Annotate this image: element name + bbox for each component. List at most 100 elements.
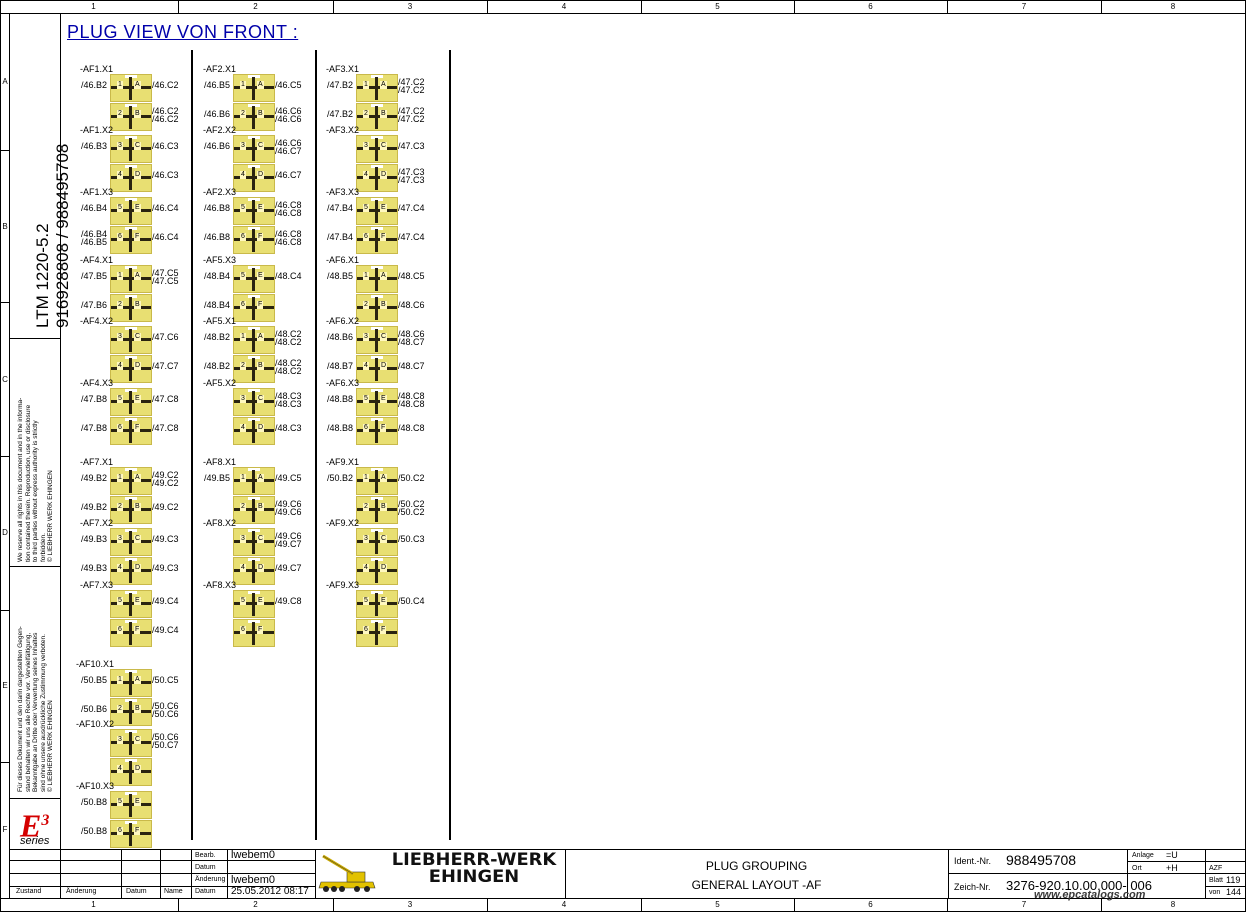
right-reference: /47.C8 <box>152 394 179 404</box>
right-reference: /48.C3 <box>275 423 302 433</box>
right-reference: /49.C4 <box>152 596 179 606</box>
pin-number: 1 <box>240 81 246 89</box>
right-reference: /50.C2 <box>398 473 425 483</box>
pin-bar-v <box>129 794 132 817</box>
right-reference: /47.C7 <box>152 361 179 371</box>
pin-cell: 5E <box>356 590 398 618</box>
watermark: www.epcatalogs.com <box>1034 889 1146 901</box>
tb-v-4 <box>191 849 192 898</box>
pin-number: 2 <box>363 110 369 118</box>
plug-name: -AF9.X1 <box>326 457 360 467</box>
tb-aenderung2-label: Änderung <box>195 876 226 883</box>
pin-cell: 4D <box>233 557 275 585</box>
right-reference: /49.C2 <box>152 502 179 512</box>
grid-col-number: 6 <box>868 2 873 11</box>
plug-connector: 1A2B <box>233 74 275 132</box>
pin-number: 4 <box>240 424 246 432</box>
pin-number: 3 <box>363 333 369 341</box>
tb-anlage-value: =U <box>1166 850 1178 860</box>
pin-letter: D <box>134 564 142 572</box>
pin-number: 6 <box>117 827 123 835</box>
plug-name: -AF3.X3 <box>326 187 360 197</box>
right-reference: /48.C8 <box>398 423 425 433</box>
pin-letter: D <box>380 171 388 179</box>
grid-col-divider <box>947 0 948 13</box>
pin-letter: B <box>134 301 141 309</box>
pin-cell: 4D <box>356 164 398 192</box>
left-reference: /48.B8 <box>327 394 354 404</box>
right-reference: /46.C5 <box>275 80 302 90</box>
tb-v-5 <box>227 849 228 898</box>
right-reference: /46.C3 <box>152 170 179 180</box>
pin-letter: C <box>134 736 142 744</box>
pin-letter: C <box>257 142 265 150</box>
grid-col-divider <box>178 898 179 911</box>
pin-number: 6 <box>240 301 246 309</box>
plug-name: -AF10.X3 <box>76 781 115 791</box>
tb-name: Name <box>164 888 183 895</box>
right-reference: /47.C5 <box>152 276 179 286</box>
right-reference: /49.C6 <box>275 507 302 517</box>
pin-number: 3 <box>240 395 246 403</box>
pin-bar-v <box>252 229 255 252</box>
pin-bar-v <box>129 229 132 252</box>
pin-bar-v <box>252 420 255 443</box>
pin-number: 2 <box>363 503 369 511</box>
tb-desc-2: GENERAL LAYOUT -AF <box>691 878 822 892</box>
pin-letter: B <box>380 301 387 309</box>
right-reference: /49.C7 <box>275 563 302 573</box>
notice-line: forbidden. <box>39 533 47 562</box>
plug-connector: 5E6F <box>356 590 398 648</box>
tb-aenderung-value: lwebem0 <box>231 874 276 886</box>
tb-anlage-label: Anlage <box>1132 852 1154 859</box>
model-numbers: 916928808 / 988495708 <box>53 143 72 328</box>
group-divider-1 <box>191 50 193 840</box>
pin-cell: 1A <box>233 467 275 495</box>
right-reference: /48.C2 <box>275 366 302 376</box>
grid-col-number: 3 <box>407 2 413 11</box>
pin-cell: 5E <box>233 265 275 293</box>
pin-number: 5 <box>117 798 123 806</box>
pin-bar-v <box>375 391 378 414</box>
pin-cell: 1A <box>110 669 152 697</box>
pin-letter: F <box>257 301 264 309</box>
plug-connector: 1A2B <box>233 467 275 525</box>
plug-name: -AF2.X3 <box>203 187 237 197</box>
pin-cell: 2B <box>356 294 398 322</box>
pin-number: 3 <box>117 736 123 744</box>
pin-letter: E <box>134 395 141 403</box>
right-reference: /50.C4 <box>398 596 425 606</box>
pin-bar-v <box>252 622 255 645</box>
plug-name: -AF10.X2 <box>76 719 115 729</box>
pin-letter: A <box>257 474 264 482</box>
plug-name: -AF4.X1 <box>80 255 114 265</box>
plug-name: -AF6.X1 <box>326 255 360 265</box>
pin-number: 1 <box>117 272 123 280</box>
pin-bar-v <box>375 77 378 100</box>
pin-cell: 4D <box>356 557 398 585</box>
pin-cell: 1A <box>110 265 152 293</box>
grid-col-number: 4 <box>561 900 567 909</box>
e3-sup: 3 <box>41 812 50 829</box>
pin-cell: 3C <box>110 326 152 354</box>
right-reference: /48.C8 <box>398 399 425 409</box>
tb-ort-label: Ort <box>1132 865 1142 872</box>
pin-number: 2 <box>240 362 246 370</box>
tb-datum: Datum <box>126 888 147 895</box>
right-reference: /46.C8 <box>275 208 302 218</box>
left-reference: /47.B4 <box>327 203 354 213</box>
pin-bar-v <box>252 200 255 223</box>
pin-letter: F <box>134 233 141 241</box>
pin-cell: 3C <box>356 528 398 556</box>
pin-number: 6 <box>240 233 246 241</box>
pin-cell: 2B <box>110 294 152 322</box>
tb-h-azf <box>1205 861 1245 862</box>
side-sep-3 <box>9 798 60 799</box>
left-reference: /49.B2 <box>81 473 108 483</box>
pin-bar-v <box>129 560 132 583</box>
grid-row-letter: A <box>2 77 8 86</box>
grid-col-number: 5 <box>715 900 720 909</box>
plug-name: -AF1.X1 <box>80 64 114 74</box>
tb-h-ident <box>948 873 1245 874</box>
plug-name: -AF6.X3 <box>326 378 360 388</box>
